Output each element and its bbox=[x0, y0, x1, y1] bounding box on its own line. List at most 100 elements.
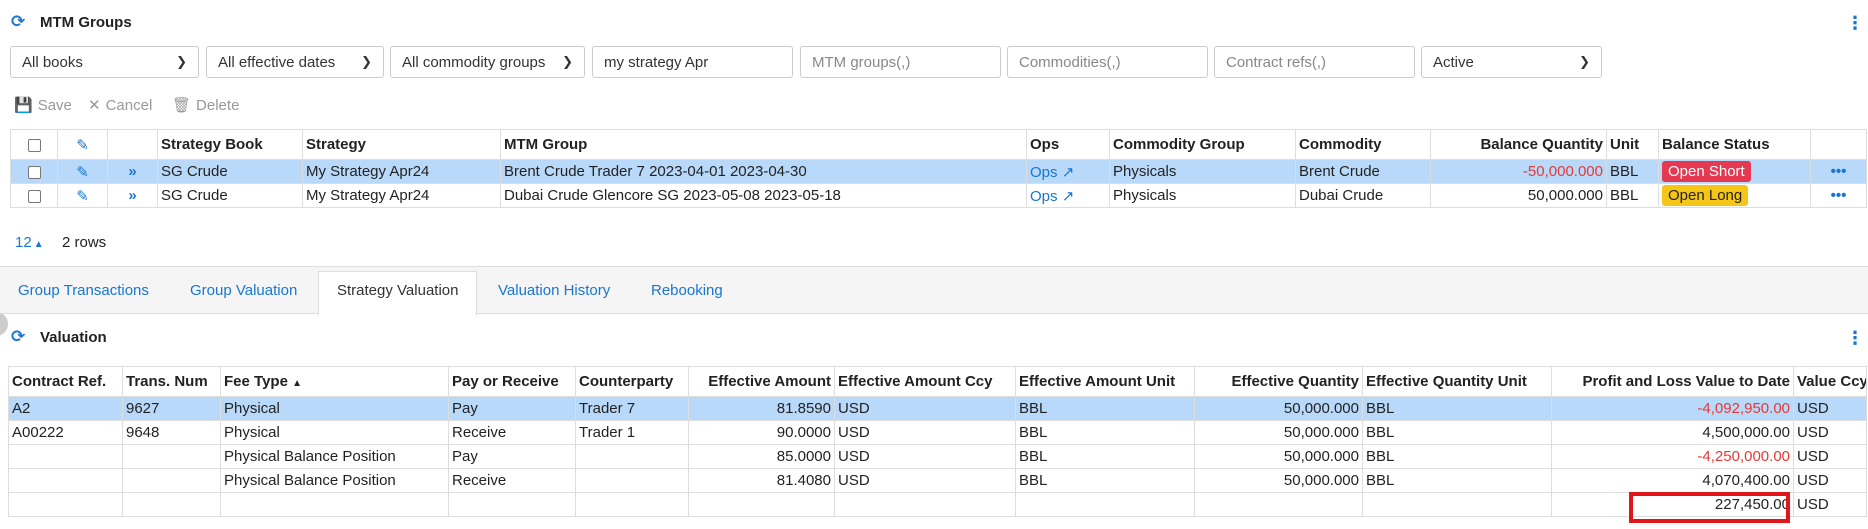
cell-amount-unit: BBL bbox=[1015, 420, 1195, 445]
col-balance-quantity[interactable]: Balance Quantity bbox=[1430, 129, 1607, 160]
commodities-input[interactable]: Commodities(,) bbox=[1007, 46, 1208, 78]
status-badge: Open Short bbox=[1662, 161, 1751, 182]
refresh-icon[interactable]: ⟳ bbox=[11, 327, 25, 347]
col-ops[interactable]: Ops bbox=[1026, 129, 1110, 160]
table-row[interactable]: A2 9627 Physical Pay Trader 7 81.8590 US… bbox=[8, 396, 1867, 421]
cell-commodity: Dubai Crude bbox=[1295, 183, 1431, 208]
table-row[interactable]: ✎ » SG Crude My Strategy Apr24 Brent Cru… bbox=[10, 159, 1867, 184]
side-expand-handle[interactable] bbox=[0, 312, 8, 336]
cell-qty-unit: BBL bbox=[1362, 396, 1552, 421]
cell-counterparty: Trader 7 bbox=[575, 396, 689, 421]
cell-pnl: -4,092,950.00 bbox=[1551, 396, 1794, 421]
tab-group-valuation[interactable]: Group Valuation bbox=[190, 282, 297, 299]
cell-qty: 50,000.000 bbox=[1194, 420, 1363, 445]
cancel-button[interactable]: ✕ Cancel bbox=[88, 96, 152, 115]
select-all-checkbox[interactable] bbox=[27, 138, 41, 152]
panel-title: MTM Groups bbox=[40, 14, 132, 31]
commodity-groups-select[interactable]: All commodity groups ❯ bbox=[390, 46, 585, 78]
tab-strategy-valuation[interactable]: Strategy Valuation bbox=[318, 271, 478, 316]
cell-ref: A00222 bbox=[8, 420, 123, 445]
row-checkbox[interactable] bbox=[27, 189, 41, 203]
valuation-table: Contract Ref. Trans. Num Fee Type ▲ Pay … bbox=[8, 366, 1867, 517]
expand-icon[interactable]: » bbox=[128, 187, 136, 204]
col-pay-or-receive[interactable]: Pay or Receive bbox=[448, 366, 576, 397]
cell-num: 9627 bbox=[122, 396, 221, 421]
cell-ref bbox=[8, 444, 123, 469]
edit-icon[interactable]: ✎ bbox=[76, 164, 89, 181]
edit-icon[interactable]: ✎ bbox=[76, 137, 89, 154]
cell-counterparty bbox=[575, 444, 689, 469]
col-effective-quantity[interactable]: Effective Quantity bbox=[1194, 366, 1363, 397]
row-menu-icon[interactable]: ••• bbox=[1831, 187, 1847, 204]
cell-fee: Physical bbox=[220, 396, 449, 421]
close-icon: ✕ bbox=[88, 97, 101, 114]
table-row[interactable]: Physical Balance Position Pay 85.0000 US… bbox=[8, 444, 1867, 469]
col-contract-ref[interactable]: Contract Ref. bbox=[8, 366, 123, 397]
status-select[interactable]: Active ❯ bbox=[1421, 46, 1602, 78]
books-select[interactable]: All books ❯ bbox=[10, 46, 199, 78]
row-menu-icon[interactable]: ••• bbox=[1831, 163, 1847, 180]
cell-amount-ccy: USD bbox=[834, 420, 1016, 445]
delete-button[interactable]: 🗑 Delete bbox=[172, 96, 239, 115]
cell-amount: 90.0000 bbox=[688, 420, 835, 445]
tab-valuation-history[interactable]: Valuation History bbox=[498, 282, 610, 299]
expand-icon[interactable]: » bbox=[128, 163, 136, 180]
cell-commodity-group: Physicals bbox=[1109, 183, 1296, 208]
table-row[interactable]: ✎ » SG Crude My Strategy Apr24 Dubai Cru… bbox=[10, 183, 1867, 208]
cell-pnl: 4,500,000.00 bbox=[1551, 420, 1794, 445]
col-unit[interactable]: Unit bbox=[1606, 129, 1659, 160]
col-strategy[interactable]: Strategy bbox=[302, 129, 501, 160]
effective-dates-select[interactable]: All effective dates ❯ bbox=[206, 46, 384, 78]
cell-amount: 81.4080 bbox=[688, 468, 835, 493]
page-size-select[interactable]: 12 ▲ bbox=[15, 234, 44, 251]
cell-unit: BBL bbox=[1606, 183, 1659, 208]
col-commodity[interactable]: Commodity bbox=[1295, 129, 1431, 160]
cell-ref: A2 bbox=[8, 396, 123, 421]
col-effective-amount-ccy[interactable]: Effective Amount Ccy bbox=[834, 366, 1016, 397]
col-counterparty[interactable]: Counterparty bbox=[575, 366, 689, 397]
cell-num bbox=[122, 444, 221, 469]
mtm-groups-table: ✎ Strategy Book Strategy MTM Group Ops C… bbox=[10, 129, 1867, 208]
col-effective-quantity-unit[interactable]: Effective Quantity Unit bbox=[1362, 366, 1552, 397]
table-row[interactable]: A00222 9648 Physical Receive Trader 1 90… bbox=[8, 420, 1867, 445]
cell-pay-receive: Receive bbox=[448, 420, 576, 445]
refresh-icon[interactable]: ⟳ bbox=[11, 12, 25, 32]
col-value-ccy[interactable]: Value Ccy bbox=[1793, 366, 1867, 397]
cell-pay-receive: Receive bbox=[448, 468, 576, 493]
tab-rebooking[interactable]: Rebooking bbox=[651, 282, 723, 299]
valuation-title: Valuation bbox=[40, 329, 107, 346]
col-effective-amount-unit[interactable]: Effective Amount Unit bbox=[1015, 366, 1195, 397]
cell-unit: BBL bbox=[1606, 159, 1659, 184]
cell-amount-unit: BBL bbox=[1015, 396, 1195, 421]
row-checkbox[interactable] bbox=[27, 165, 41, 179]
col-mtm-group[interactable]: MTM Group bbox=[500, 129, 1027, 160]
cell-amount-unit: BBL bbox=[1015, 444, 1195, 469]
col-effective-amount[interactable]: Effective Amount bbox=[688, 366, 835, 397]
col-strategy-book[interactable]: Strategy Book bbox=[157, 129, 303, 160]
cell-qty: 50,000.000 bbox=[1194, 468, 1363, 493]
more-options-icon[interactable]: ⋮ bbox=[1846, 329, 1864, 347]
external-link-icon[interactable]: ↗ bbox=[1062, 164, 1075, 181]
more-options-icon[interactable]: ⋮ bbox=[1846, 14, 1864, 32]
mtm-groups-input[interactable]: MTM groups(,) bbox=[800, 46, 1001, 78]
external-link-icon[interactable]: ↗ bbox=[1062, 188, 1075, 205]
ops-link[interactable]: Ops bbox=[1030, 164, 1058, 181]
cell-commodity: Brent Crude bbox=[1295, 159, 1431, 184]
contract-refs-input[interactable]: Contract refs(,) bbox=[1214, 46, 1415, 78]
cell-pnl: 4,070,400.00 bbox=[1551, 468, 1794, 493]
tab-group-transactions[interactable]: Group Transactions bbox=[18, 282, 149, 299]
col-commodity-group[interactable]: Commodity Group bbox=[1109, 129, 1296, 160]
table-row[interactable]: Physical Balance Position Receive 81.408… bbox=[8, 468, 1867, 493]
col-balance-status[interactable]: Balance Status bbox=[1658, 129, 1811, 160]
save-button[interactable]: 💾 Save bbox=[14, 96, 72, 115]
cell-group: Dubai Crude Glencore SG 2023-05-08 2023-… bbox=[500, 183, 1027, 208]
edit-icon[interactable]: ✎ bbox=[76, 188, 89, 205]
col-trans-num[interactable]: Trans. Num bbox=[122, 366, 221, 397]
cell-amount-unit: BBL bbox=[1015, 468, 1195, 493]
ops-link[interactable]: Ops bbox=[1030, 188, 1058, 205]
strategy-input[interactable]: my strategy Apr bbox=[592, 46, 793, 78]
col-fee-type[interactable]: Fee Type ▲ bbox=[220, 366, 449, 397]
col-pnl-to-date[interactable]: Profit and Loss Value to Date bbox=[1551, 366, 1794, 397]
cell-ref bbox=[8, 468, 123, 493]
cell-qty: 50,000.000 bbox=[1194, 396, 1363, 421]
